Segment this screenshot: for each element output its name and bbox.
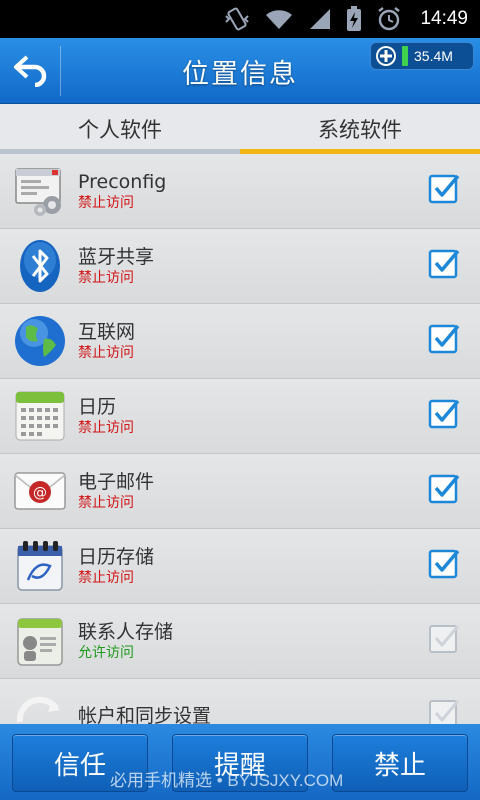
app-name: 互联网 [78,321,136,343]
access-status: 允许访问 [78,645,134,661]
bottom-action-bar: 信任 提醒 禁止 [0,724,480,800]
tab-personal-apps[interactable]: 个人软件 [0,104,240,154]
tab-label: 个人软件 [78,118,162,142]
sync-icon [16,696,60,723]
list-item[interactable]: Preconfig 禁止访问 [0,154,480,229]
alarm-icon [378,7,401,31]
status-bar: 14:49 [0,0,480,38]
access-status: 禁止访问 [78,570,134,586]
globe-icon [15,316,65,366]
vibrate-icon [225,7,250,31]
tab-bar: 个人软件 系统软件 [0,104,480,154]
checkbox-checked[interactable] [428,547,460,579]
list-item[interactable]: 互联网 禁止访问 [0,304,480,379]
wifi-icon [266,10,293,30]
app-name: Preconfig [78,171,167,193]
app-text: 日历存储 禁止访问 [78,545,480,587]
checkbox-checked[interactable] [428,472,460,504]
memory-boost-widget[interactable]: 35.4M [370,42,474,70]
checkbox-unchecked[interactable] [428,697,460,724]
memory-value: 35.4M [414,48,453,64]
trust-button[interactable]: 信任 [12,734,148,792]
clock: 14:49 [420,8,468,29]
calendar-icon [15,391,65,441]
app-text: 联系人存储 允许访问 [78,620,480,662]
calendar-storage-icon [17,541,63,591]
title-bar: 位置信息 35.4M [0,38,480,104]
app-text: 互联网 禁止访问 [78,320,480,362]
list-item[interactable]: 日历 禁止访问 [0,379,480,454]
app-name: 帐户和同步设置 [78,705,212,724]
list-item[interactable]: 日历存储 禁止访问 [0,529,480,604]
app-text: 帐户和同步设置 [78,704,480,724]
checkbox-checked[interactable] [428,172,460,204]
signal-icon [310,9,331,29]
plus-circle-icon [376,46,396,66]
memory-bar [402,46,408,66]
app-name: 日历 [78,396,117,418]
access-status: 禁止访问 [78,195,134,211]
app-name: 电子邮件 [78,471,155,493]
app-text: 电子邮件 禁止访问 [78,470,480,512]
app-text: Preconfig 禁止访问 [78,170,480,212]
tab-system-apps[interactable]: 系统软件 [240,104,480,154]
settings-window-icon [15,168,61,216]
access-status: 禁止访问 [78,495,134,511]
battery-charging-icon [347,6,362,31]
app-name: 蓝牙共享 [78,246,155,268]
access-status: 禁止访问 [78,345,134,361]
checkbox-checked[interactable] [428,247,460,279]
checkbox-checked[interactable] [428,322,460,354]
app-name: 日历存储 [78,546,155,568]
app-name: 联系人存储 [78,621,174,643]
app-text: 蓝牙共享 禁止访问 [78,245,480,287]
list-item[interactable]: 帐户和同步设置 [0,679,480,724]
checkbox-checked[interactable] [428,397,460,429]
svg-text:@: @ [33,485,47,501]
checkbox-unchecked[interactable] [428,622,460,654]
list-item[interactable]: @ 电子邮件 禁止访问 [0,454,480,529]
contacts-storage-icon [17,618,63,666]
access-status: 禁止访问 [78,270,134,286]
list-item[interactable]: 蓝牙共享 禁止访问 [0,229,480,304]
tab-label: 系统软件 [318,118,402,142]
app-text: 日历 禁止访问 [78,395,480,437]
email-icon: @ [14,472,66,510]
bluetooth-icon [20,240,60,292]
remind-button[interactable]: 提醒 [172,734,308,792]
list-item[interactable]: 联系人存储 允许访问 [0,604,480,679]
forbid-button[interactable]: 禁止 [332,734,468,792]
app-list[interactable]: Preconfig 禁止访问 蓝牙共享 禁止访问 互联网 禁止访问 日历 禁止访… [0,154,480,724]
access-status: 禁止访问 [78,420,134,436]
